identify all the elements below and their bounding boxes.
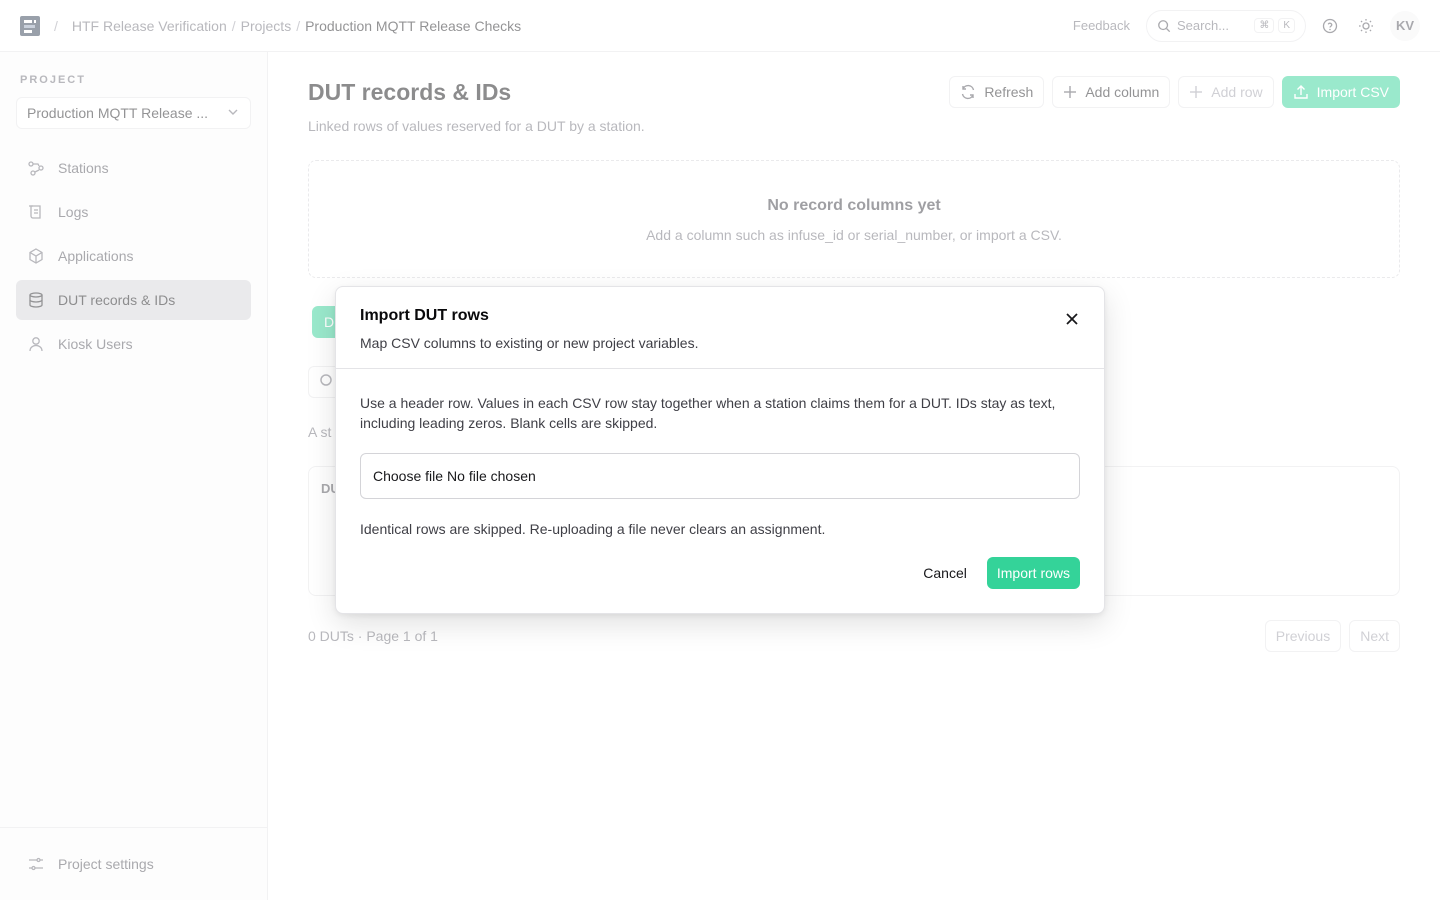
dialog-description: Use a header row. Values in each CSV row… <box>360 395 1056 431</box>
dialog-footer: Cancel Import rows <box>913 557 1080 589</box>
dialog-subtitle: Map CSV columns to existing or new proje… <box>360 335 699 351</box>
dialog-header: Import DUT rows Map CSV columns to exist… <box>336 287 1104 369</box>
cancel-button[interactable]: Cancel <box>913 557 977 589</box>
dialog-body: Use a header row. Values in each CSV row… <box>336 369 1104 537</box>
dialog-title: Import DUT rows <box>360 307 489 324</box>
csv-file-input[interactable]: Choose file No file chosen <box>360 453 1080 499</box>
import-dut-rows-dialog: Import DUT rows Map CSV columns to exist… <box>335 286 1105 614</box>
dialog-note: Identical rows are skipped. Re-uploading… <box>360 521 826 537</box>
file-status: No file chosen <box>447 468 536 484</box>
close-icon[interactable] <box>1062 309 1082 329</box>
choose-file-button[interactable]: Choose file <box>373 468 443 484</box>
import-rows-button[interactable]: Import rows <box>986 557 1080 589</box>
